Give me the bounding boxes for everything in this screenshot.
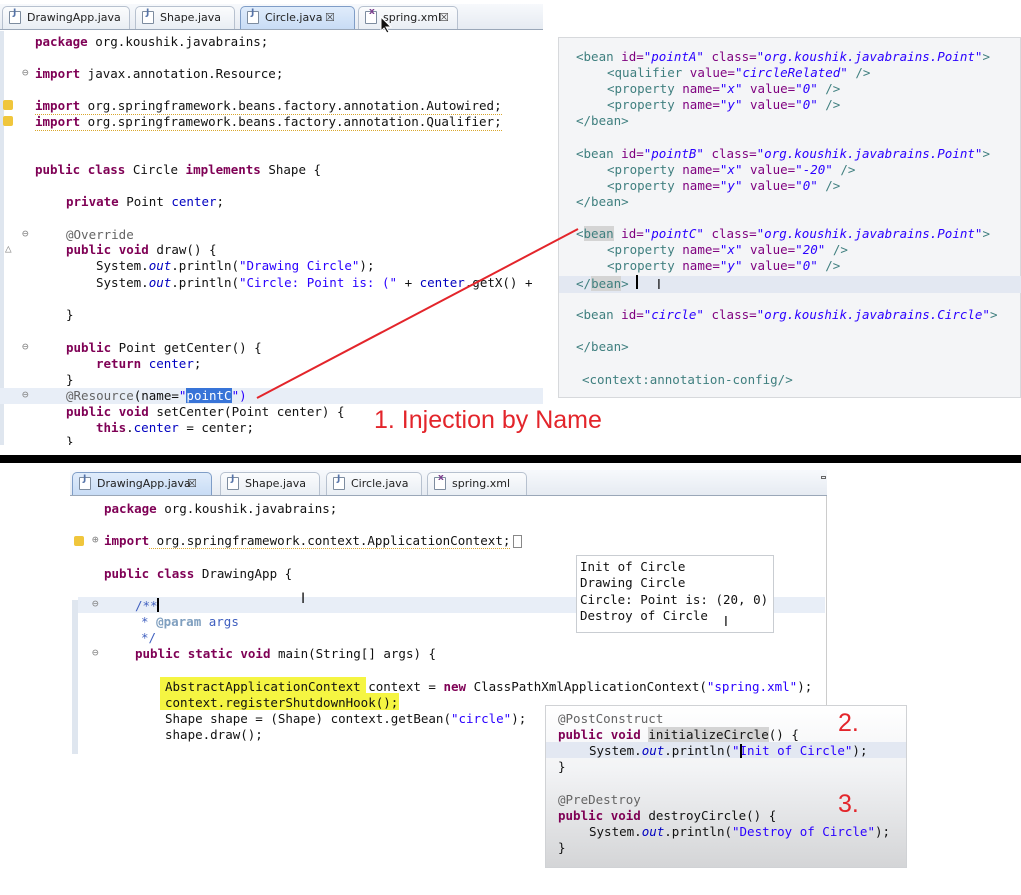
text-caret [740,744,742,758]
java-file-icon [79,474,91,490]
code-line: Shape shape = (Shape) context.getBean("c… [165,711,527,726]
tab-shape[interactable]: Shape.java [220,472,320,495]
annotation-arrow-line [256,228,579,399]
fold-toggle-icon[interactable]: ⊕ [92,533,99,546]
folded-block-icon [513,535,523,548]
close-tab-icon[interactable]: ☒ [187,473,197,494]
code-line: } [558,840,566,855]
code-line: * @param args [141,614,239,629]
step-number-label: 3. [838,790,859,818]
console-line: Init of Circle [580,559,686,574]
code-line: */ [141,630,157,645]
code-line: @PostConstruct [558,711,664,726]
tab-label: spring.xml [452,477,511,490]
minimize-editor-icon[interactable] [821,476,826,479]
code-line: @PreDestroy [558,792,641,807]
tab-drawingapp[interactable]: DrawingApp.java☒ [72,472,212,495]
code-line: public class DrawingApp { [104,566,293,581]
console-line: Circle: Point is: (20, 0) [580,592,769,607]
code-line: } [558,759,566,774]
code-line: shape.draw(); [165,727,263,742]
tab-label: Circle.java [351,477,409,490]
tab-spring-xml[interactable]: spring.xml [427,472,527,495]
java-file-icon [333,474,345,490]
xml-file-icon [434,473,446,490]
code-line: public void destroyCircle() { [558,808,777,823]
step-number-label: 2. [838,709,859,737]
console-line: Destroy of Circle [580,608,708,623]
text-cursor-icon: I [724,615,728,630]
editor-gutter [72,600,78,754]
text-cursor-icon: I [301,591,306,607]
code-line: public static void main(String[] args) { [135,646,437,661]
code-line: context.registerShutdownHook(); [165,695,399,710]
fold-toggle-icon[interactable]: ⊖ [92,597,99,610]
text-caret [157,598,159,612]
tab-label: DrawingApp.java [97,477,191,490]
code-line: /** [135,598,158,613]
code-line: AbstractApplicationContext context = new… [165,679,813,694]
code-line: System.out.println("Init of Circle"); [589,743,868,758]
java-file-icon [227,474,239,490]
fold-toggle-icon[interactable]: ⊖ [92,646,99,659]
code-line: import org.springframework.context.Appli… [104,533,523,549]
code-line: System.out.println("Destroy of Circle"); [589,824,891,839]
divider [0,455,1021,463]
annotation-label: 1. Injection by Name [374,406,602,434]
tab-label: Shape.java [245,477,306,490]
tab-circle[interactable]: Circle.java [326,472,422,495]
code-line: package org.koushik.javabrains; [104,501,338,516]
console-line: Drawing Circle [580,575,686,590]
warning-marker-icon [74,536,84,546]
code-line: public void initializeCircle() { [558,727,799,742]
